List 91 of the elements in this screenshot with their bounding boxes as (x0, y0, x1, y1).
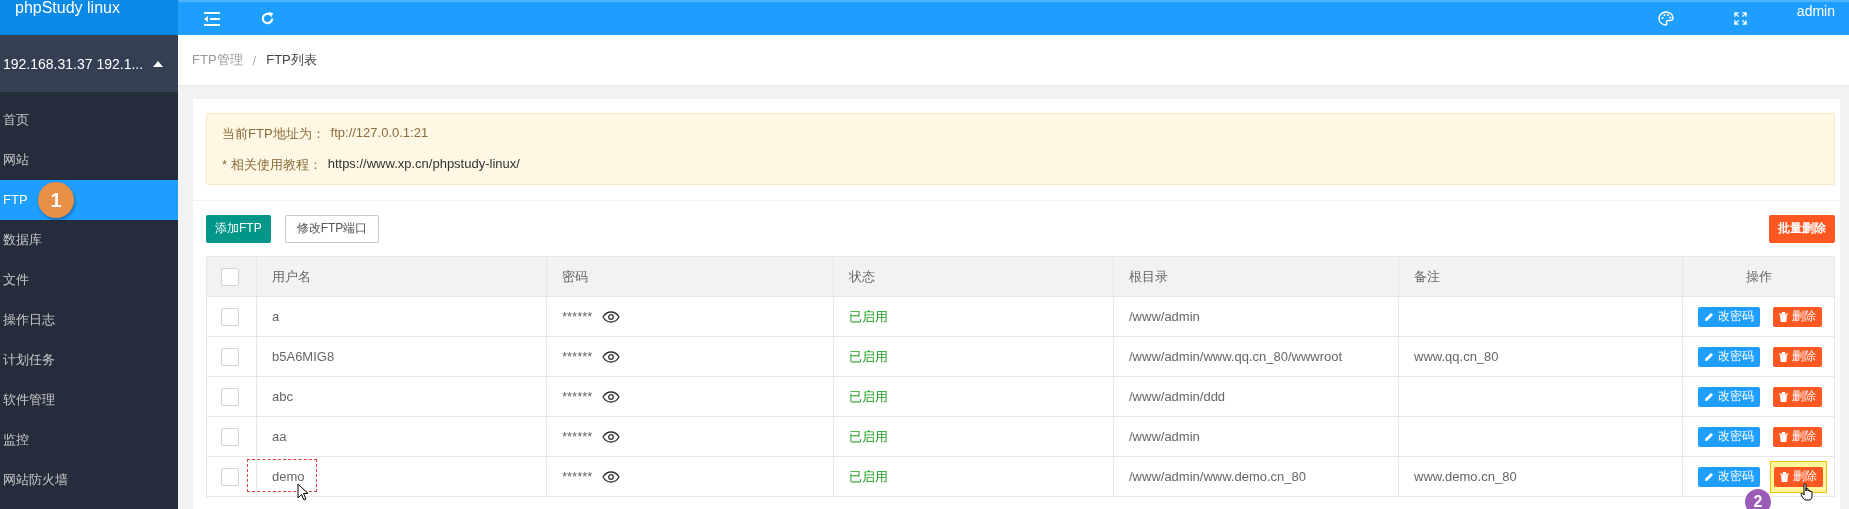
column-header: 根目录 (1129, 268, 1168, 284)
table-cell: ****** (562, 349, 593, 364)
caret-icon (153, 60, 164, 67)
tutorial-link[interactable]: https://www.xp.cn/phpstudy-linux/ (327, 155, 520, 174)
sidebar-item[interactable]: 网站防火墙 (0, 460, 178, 500)
ftp-address: ftp://127.0.0.1:21 (330, 124, 429, 142)
column-header: 备注 (1414, 268, 1440, 284)
row-checkbox[interactable] (221, 347, 239, 366)
hand-cursor-icon (1800, 483, 1814, 501)
column-header: 密码 (562, 268, 588, 284)
table-cell: /www/admin/www.demo.cn_80 (1129, 469, 1307, 484)
breadcrumb-separator: / (252, 52, 257, 68)
sidebar-item[interactable]: 文件 (0, 260, 178, 300)
trash-icon (1780, 471, 1789, 482)
table-cell: ****** (562, 309, 593, 324)
pencil-icon (1704, 391, 1714, 402)
table-cell: www.qq.cn_80 (1414, 349, 1499, 364)
table-cell: /www/admin (1129, 429, 1200, 444)
palette-icon[interactable] (1657, 11, 1674, 26)
table-cell: abc (272, 389, 293, 404)
fullscreen-icon[interactable] (1733, 12, 1747, 25)
trash-icon (1779, 351, 1788, 362)
breadcrumb-link[interactable]: FTP管理 (192, 51, 243, 69)
change-password-button[interactable]: 改密码 (1698, 346, 1760, 367)
change-password-button[interactable]: 改密码 (1698, 306, 1760, 327)
refresh-icon[interactable] (260, 11, 275, 26)
row-checkbox[interactable] (221, 307, 239, 326)
change-port-button[interactable]: 修改FTP端口 (284, 214, 380, 243)
pencil-icon (1704, 351, 1714, 362)
delete-button[interactable]: 删除 (1773, 426, 1822, 447)
row-checkbox[interactable] (221, 387, 239, 406)
step-marker: 1 (38, 182, 74, 218)
eye-icon[interactable] (602, 430, 621, 443)
change-password-button[interactable]: 改密码 (1698, 426, 1760, 447)
eye-icon[interactable] (602, 470, 621, 483)
server-selector[interactable]: 192.168.31.37 192.1... (0, 35, 178, 92)
trash-icon (1779, 431, 1788, 442)
select-all-checkbox[interactable] (221, 267, 239, 286)
pencil-icon (1704, 311, 1714, 322)
pencil-icon (1704, 431, 1714, 442)
status-text: 已启用 (849, 308, 888, 324)
table-cell: ****** (562, 469, 593, 484)
pencil-icon (1704, 471, 1714, 482)
table-cell: /www/admin/www.qq.cn_80/wwwroot (1129, 349, 1343, 364)
logo-text: phpStudy linux (0, 0, 178, 35)
trash-icon (1779, 311, 1788, 322)
sidebar-item[interactable]: 操作日志 (0, 300, 178, 340)
change-password-button[interactable]: 改密码 (1698, 386, 1760, 407)
sidebar-item[interactable]: 首页 (0, 100, 178, 140)
status-text: 已启用 (849, 348, 888, 364)
sidebar-item[interactable]: 网站 (0, 140, 178, 180)
column-header: 状态 (849, 268, 875, 284)
row-checkbox[interactable] (221, 467, 239, 486)
status-text: 已启用 (849, 388, 888, 404)
table-cell: /www/admin (1129, 309, 1200, 324)
table-cell: www.demo.cn_80 (1414, 469, 1517, 484)
table-cell: demo (272, 469, 305, 484)
add-ftp-button[interactable]: 添加FTP (206, 214, 271, 243)
eye-icon[interactable] (602, 390, 621, 403)
table-cell: b5A6MIG8 (272, 349, 335, 364)
eye-icon[interactable] (602, 310, 621, 323)
column-header: 操作 (1745, 268, 1772, 284)
delete-button[interactable]: 删除 (1773, 306, 1822, 327)
eye-icon[interactable] (602, 350, 621, 363)
table-cell: /www/admin/ddd (1129, 389, 1226, 404)
status-text: 已启用 (849, 428, 888, 444)
sidebar-item[interactable]: 计划任务 (0, 340, 178, 380)
table-cell: a (272, 309, 280, 324)
notice-label: 当前FTP地址为： (222, 124, 325, 143)
menu-icon[interactable] (204, 11, 220, 26)
batch-delete-button[interactable]: 批量删除 (1769, 214, 1835, 243)
cursor-icon (297, 483, 309, 501)
trash-icon (1779, 391, 1788, 402)
sidebar-item[interactable]: 数据库 (0, 220, 178, 260)
delete-button[interactable]: 删除 (1774, 466, 1823, 487)
sidebar-item[interactable]: 监控 (0, 420, 178, 460)
delete-button[interactable]: 删除 (1773, 346, 1822, 367)
column-header: 用户名 (272, 268, 311, 284)
sidebar-item[interactable]: FTP 1 (0, 180, 178, 220)
step-marker: 2 (1743, 487, 1773, 509)
delete-button[interactable]: 删除 (1773, 386, 1822, 407)
status-text: 已启用 (849, 468, 888, 484)
user-name[interactable]: admin (1796, 3, 1835, 19)
row-checkbox[interactable] (221, 427, 239, 446)
sidebar-item[interactable]: 软件管理 (0, 380, 178, 420)
table-cell: ****** (562, 429, 593, 444)
table-cell: ****** (562, 389, 593, 404)
breadcrumb-current: FTP列表 (266, 51, 317, 69)
change-password-button[interactable]: 改密码 (1698, 466, 1760, 487)
notice-label: * 相关使用教程： (222, 155, 322, 174)
table-cell: aa (272, 429, 287, 444)
